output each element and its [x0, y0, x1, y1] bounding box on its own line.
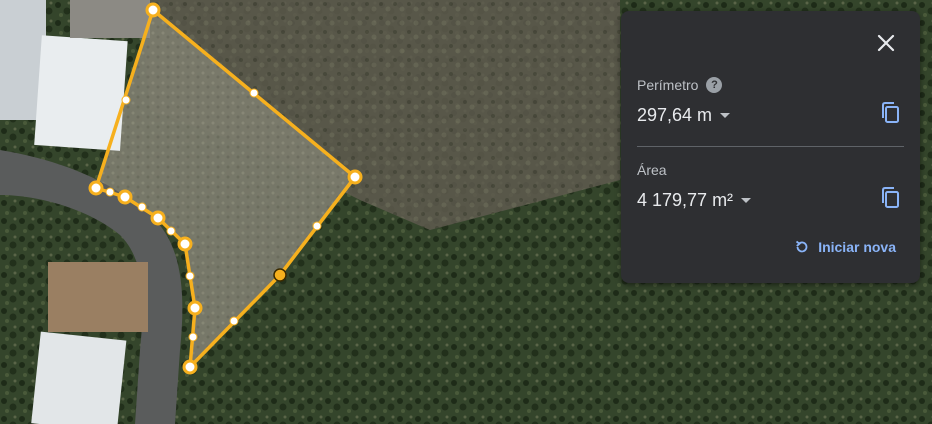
- active-vertex-handle[interactable]: [273, 268, 287, 282]
- caret-down-icon: [741, 198, 752, 203]
- area-value: 4 179,77 m²: [637, 190, 734, 210]
- measure-panel: Perímetro ? 297,64 m Área 4 179,77 m² In…: [621, 11, 920, 283]
- perimeter-section: Perímetro ? 297,64 m: [637, 77, 904, 126]
- vertex-handle: [88, 180, 104, 196]
- midpoint-handle: [312, 221, 322, 231]
- vertex-handle: [150, 210, 166, 226]
- divider: [637, 146, 904, 147]
- area-value-dropdown[interactable]: 4 179,77 m²: [637, 190, 904, 211]
- midpoint-handle: [166, 226, 176, 236]
- midpoint-handle: [229, 316, 239, 326]
- dirt-area: [48, 262, 148, 332]
- vertex-handle: [145, 2, 161, 18]
- midpoint-handle: [185, 271, 195, 281]
- restart-button[interactable]: Iniciar nova: [794, 239, 896, 255]
- copy-icon[interactable]: [880, 101, 902, 125]
- building-roof: [31, 331, 127, 424]
- help-icon[interactable]: ?: [706, 77, 723, 93]
- vertex-handle: [187, 300, 203, 316]
- area-section: Área 4 179,77 m²: [637, 162, 904, 211]
- midpoint-handle: [188, 332, 198, 342]
- parking-lot: [70, 0, 150, 38]
- midpoint-handle: [137, 202, 147, 212]
- area-label: Área: [637, 162, 667, 178]
- midpoint-handle: [105, 187, 115, 197]
- close-icon[interactable]: [874, 31, 898, 55]
- vertex-handle: [177, 236, 193, 252]
- restart-label: Iniciar nova: [818, 239, 896, 255]
- copy-icon[interactable]: [880, 186, 902, 210]
- vertex-handle: [117, 189, 133, 205]
- refresh-icon: [796, 240, 808, 253]
- vertex-handle: [347, 169, 363, 185]
- perimeter-label: Perímetro: [637, 77, 699, 93]
- caret-down-icon: [720, 113, 731, 118]
- perimeter-value-dropdown[interactable]: 297,64 m: [637, 105, 904, 126]
- midpoint-handle: [249, 88, 259, 98]
- vertex-handle: [182, 359, 198, 375]
- perimeter-value: 297,64 m: [637, 105, 713, 125]
- midpoint-handle: [121, 95, 131, 105]
